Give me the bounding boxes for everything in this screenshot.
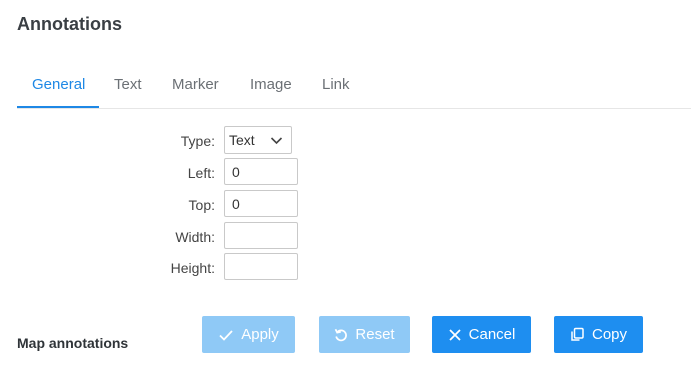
apply-button[interactable]: Apply xyxy=(202,316,295,353)
check-icon xyxy=(218,327,234,343)
copy-icon xyxy=(570,327,585,342)
width-label: Width: xyxy=(175,229,215,245)
rotate-ccw-icon xyxy=(334,327,348,343)
left-label: Left: xyxy=(187,165,215,181)
annotation-tabs: General Text Marker Image Link xyxy=(17,66,691,109)
type-label: Type: xyxy=(180,133,215,149)
tab-general[interactable]: General xyxy=(32,76,85,93)
page-title: Annotations xyxy=(17,14,122,34)
reset-button[interactable]: Reset xyxy=(319,316,410,353)
apply-button-label: Apply xyxy=(241,326,279,343)
active-tab-indicator xyxy=(17,106,99,108)
tab-text[interactable]: Text xyxy=(114,76,142,93)
copy-button[interactable]: Copy xyxy=(554,316,643,353)
tab-marker[interactable]: Marker xyxy=(172,76,219,93)
width-input[interactable] xyxy=(224,222,298,249)
tab-image[interactable]: Image xyxy=(250,76,292,93)
type-select-value: Text xyxy=(229,132,255,148)
close-icon xyxy=(448,328,462,342)
tab-link[interactable]: Link xyxy=(322,76,350,93)
top-input[interactable] xyxy=(224,190,298,217)
height-label: Height: xyxy=(170,260,215,276)
map-annotations-label: Map annotations xyxy=(17,335,129,351)
top-label: Top: xyxy=(188,197,215,213)
cancel-button-label: Cancel xyxy=(468,326,516,343)
reset-button-label: Reset xyxy=(355,326,395,343)
height-input[interactable] xyxy=(224,253,298,280)
left-input[interactable] xyxy=(224,158,298,185)
cancel-button[interactable]: Cancel xyxy=(432,316,531,353)
copy-button-label: Copy xyxy=(591,326,628,343)
type-select[interactable]: Text xyxy=(224,126,292,154)
chevron-down-icon xyxy=(270,134,283,150)
